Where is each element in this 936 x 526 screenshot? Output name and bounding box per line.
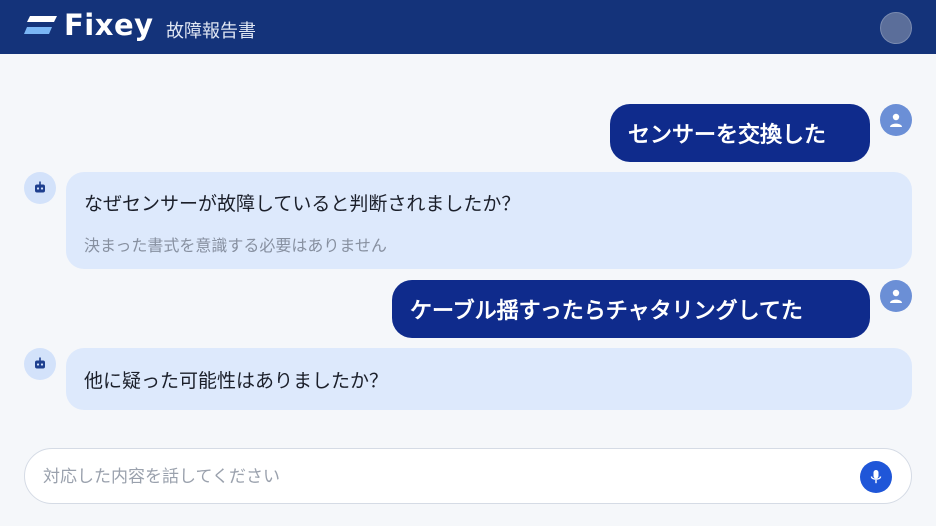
user-icon — [890, 113, 902, 127]
user-avatar — [880, 104, 912, 136]
fixey-logo-icon — [24, 16, 57, 34]
chat-input[interactable] — [43, 463, 843, 491]
message-text: 他に疑った可能性はありましたか？ — [84, 370, 389, 392]
bot-message: なぜセンサーが故障していると判断されましたか？ 決まった書式を意識する必要はあり… — [66, 172, 912, 269]
message-text: センサーを交換した — [628, 123, 827, 148]
message-text: ケーブル揺すったらチャタリングしてた — [410, 299, 803, 324]
chat-input-bar — [24, 448, 912, 504]
message-hint: 決まった書式を意識する必要はありません — [84, 236, 387, 255]
bot-message: 他に疑った可能性はありましたか？ — [66, 348, 912, 410]
robot-icon — [35, 357, 45, 369]
mic-button[interactable] — [860, 461, 892, 493]
user-icon — [890, 289, 902, 303]
microphone-icon — [870, 470, 882, 484]
avatar[interactable] — [880, 12, 912, 44]
user-message: センサーを交換した — [610, 104, 870, 162]
app: Fixey 故障報告書 センサーを交換した なぜセンサーが故障していると判断され… — [0, 0, 936, 526]
user-message: ケーブル揺すったらチャタリングしてた — [392, 280, 870, 338]
page-subtitle: 故障報告書 — [166, 21, 256, 42]
user-avatar — [880, 280, 912, 312]
header: Fixey 故障報告書 — [0, 0, 936, 54]
bot-avatar — [24, 348, 56, 380]
message-text: なぜセンサーが故障していると判断されましたか？ — [84, 193, 521, 215]
robot-icon — [35, 181, 45, 193]
brand-name: Fixey — [64, 8, 154, 42]
bot-avatar — [24, 172, 56, 204]
